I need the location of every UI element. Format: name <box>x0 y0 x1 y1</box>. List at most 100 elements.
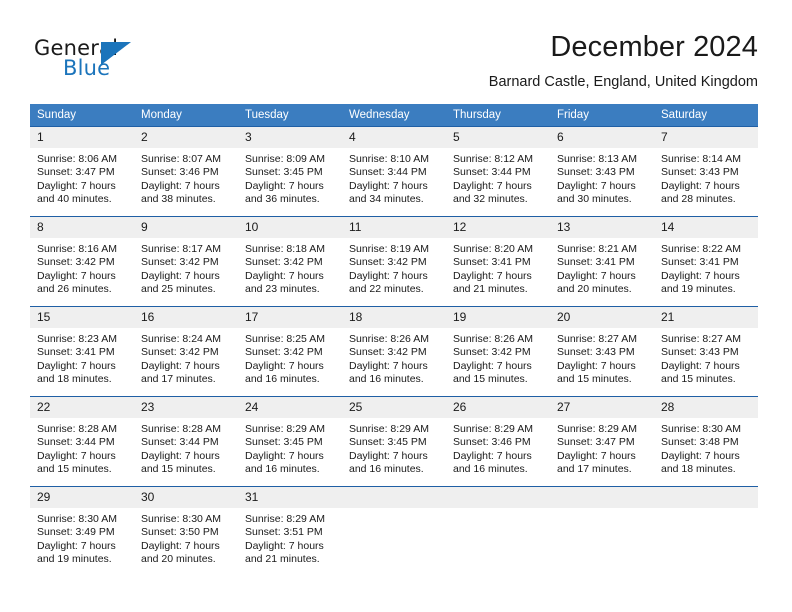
day-cell[interactable]: 4 Sunrise: 8:10 AM Sunset: 3:44 PM Dayli… <box>342 126 446 217</box>
day-number: 23 <box>134 397 238 418</box>
brand-name-blue: Blue <box>63 56 111 80</box>
day-number: 26 <box>446 397 550 418</box>
day-cell[interactable]: 25 Sunrise: 8:29 AM Sunset: 3:45 PM Dayl… <box>342 396 446 487</box>
day-number: 6 <box>550 127 654 148</box>
day-details: Sunrise: 8:29 AM Sunset: 3:45 PM Dayligh… <box>349 423 429 476</box>
day-number: 24 <box>238 397 342 418</box>
brand-logo[interactable]: General Blue <box>34 36 184 82</box>
day-cell[interactable]: 7 Sunrise: 8:14 AM Sunset: 3:43 PM Dayli… <box>654 126 758 217</box>
day-cell-empty <box>342 486 446 577</box>
day-cell[interactable]: 10 Sunrise: 8:18 AM Sunset: 3:42 PM Dayl… <box>238 216 342 307</box>
day-number: 10 <box>238 217 342 238</box>
day-cell[interactable]: 6 Sunrise: 8:13 AM Sunset: 3:43 PM Dayli… <box>550 126 654 217</box>
day-details: Sunrise: 8:26 AM Sunset: 3:42 PM Dayligh… <box>349 333 429 386</box>
day-details: Sunrise: 8:19 AM Sunset: 3:42 PM Dayligh… <box>349 243 429 296</box>
day-cell[interactable]: 2 Sunrise: 8:07 AM Sunset: 3:46 PM Dayli… <box>134 126 238 217</box>
calendar-header: Sunday Monday Tuesday Wednesday Thursday… <box>30 104 758 127</box>
day-cell[interactable]: 31 Sunrise: 8:29 AM Sunset: 3:51 PM Dayl… <box>238 486 342 577</box>
day-number: 31 <box>238 487 342 508</box>
day-cell[interactable]: 26 Sunrise: 8:29 AM Sunset: 3:46 PM Dayl… <box>446 396 550 487</box>
day-cell[interactable]: 19 Sunrise: 8:26 AM Sunset: 3:42 PM Dayl… <box>446 306 550 397</box>
weekday-header-thursday: Thursday <box>446 104 550 127</box>
day-details: Sunrise: 8:28 AM Sunset: 3:44 PM Dayligh… <box>141 423 221 476</box>
day-number: 4 <box>342 127 446 148</box>
day-cell[interactable]: 8 Sunrise: 8:16 AM Sunset: 3:42 PM Dayli… <box>30 216 134 307</box>
day-number: 29 <box>30 487 134 508</box>
day-details: Sunrise: 8:10 AM Sunset: 3:44 PM Dayligh… <box>349 153 429 206</box>
day-cell[interactable]: 16 Sunrise: 8:24 AM Sunset: 3:42 PM Dayl… <box>134 306 238 397</box>
day-details: Sunrise: 8:28 AM Sunset: 3:44 PM Dayligh… <box>37 423 117 476</box>
day-number: 18 <box>342 307 446 328</box>
day-number: 14 <box>654 217 758 238</box>
day-cell[interactable]: 12 Sunrise: 8:20 AM Sunset: 3:41 PM Dayl… <box>446 216 550 307</box>
day-cell-empty <box>654 486 758 577</box>
day-cell[interactable]: 29 Sunrise: 8:30 AM Sunset: 3:49 PM Dayl… <box>30 486 134 577</box>
day-details: Sunrise: 8:22 AM Sunset: 3:41 PM Dayligh… <box>661 243 741 296</box>
day-cell[interactable]: 11 Sunrise: 8:19 AM Sunset: 3:42 PM Dayl… <box>342 216 446 307</box>
sunrise-sunset-calendar: Sunday Monday Tuesday Wednesday Thursday… <box>30 104 758 577</box>
day-details: Sunrise: 8:29 AM Sunset: 3:46 PM Dayligh… <box>453 423 533 476</box>
day-cell[interactable]: 30 Sunrise: 8:30 AM Sunset: 3:50 PM Dayl… <box>134 486 238 577</box>
day-cell[interactable]: 24 Sunrise: 8:29 AM Sunset: 3:45 PM Dayl… <box>238 396 342 487</box>
day-number <box>654 487 758 508</box>
day-details: Sunrise: 8:14 AM Sunset: 3:43 PM Dayligh… <box>661 153 741 206</box>
page-subtitle-location: Barnard Castle, England, United Kingdom <box>488 74 758 90</box>
day-details: Sunrise: 8:29 AM Sunset: 3:51 PM Dayligh… <box>245 513 325 566</box>
page-title: December 2024 <box>550 31 758 63</box>
calendar-body: 1 Sunrise: 8:06 AM Sunset: 3:47 PM Dayli… <box>30 126 758 577</box>
day-number: 21 <box>654 307 758 328</box>
weekday-header-row: Sunday Monday Tuesday Wednesday Thursday… <box>30 104 758 127</box>
day-details: Sunrise: 8:29 AM Sunset: 3:45 PM Dayligh… <box>245 423 325 476</box>
day-details: Sunrise: 8:23 AM Sunset: 3:41 PM Dayligh… <box>37 333 117 386</box>
day-number: 3 <box>238 127 342 148</box>
day-details: Sunrise: 8:30 AM Sunset: 3:48 PM Dayligh… <box>661 423 741 476</box>
day-number: 25 <box>342 397 446 418</box>
day-details <box>342 508 446 513</box>
day-number: 20 <box>550 307 654 328</box>
weekday-header-sunday: Sunday <box>30 104 134 127</box>
page-header: General Blue December 2024 Barnard Castl… <box>0 0 792 100</box>
day-details: Sunrise: 8:29 AM Sunset: 3:47 PM Dayligh… <box>557 423 637 476</box>
day-cell[interactable]: 27 Sunrise: 8:29 AM Sunset: 3:47 PM Dayl… <box>550 396 654 487</box>
day-cell[interactable]: 23 Sunrise: 8:28 AM Sunset: 3:44 PM Dayl… <box>134 396 238 487</box>
day-number: 17 <box>238 307 342 328</box>
day-cell[interactable]: 22 Sunrise: 8:28 AM Sunset: 3:44 PM Dayl… <box>30 396 134 487</box>
day-details: Sunrise: 8:21 AM Sunset: 3:41 PM Dayligh… <box>557 243 637 296</box>
day-details <box>446 508 550 513</box>
title-block: December 2024 Barnard Castle, England, U… <box>489 30 758 91</box>
day-number <box>550 487 654 508</box>
day-cell[interactable]: 15 Sunrise: 8:23 AM Sunset: 3:41 PM Dayl… <box>30 306 134 397</box>
day-details <box>550 508 654 513</box>
weekday-header-saturday: Saturday <box>654 104 758 127</box>
day-cell[interactable]: 13 Sunrise: 8:21 AM Sunset: 3:41 PM Dayl… <box>550 216 654 307</box>
calendar-page: General Blue December 2024 Barnard Castl… <box>0 0 792 612</box>
day-details: Sunrise: 8:30 AM Sunset: 3:49 PM Dayligh… <box>37 513 117 566</box>
day-number: 9 <box>134 217 238 238</box>
day-cell[interactable]: 9 Sunrise: 8:17 AM Sunset: 3:42 PM Dayli… <box>134 216 238 307</box>
day-details: Sunrise: 8:16 AM Sunset: 3:42 PM Dayligh… <box>37 243 117 296</box>
day-cell[interactable]: 3 Sunrise: 8:09 AM Sunset: 3:45 PM Dayli… <box>238 126 342 217</box>
week-row: 8 Sunrise: 8:16 AM Sunset: 3:42 PM Dayli… <box>30 216 758 307</box>
day-cell[interactable]: 5 Sunrise: 8:12 AM Sunset: 3:44 PM Dayli… <box>446 126 550 217</box>
day-number: 15 <box>30 307 134 328</box>
day-cell[interactable]: 28 Sunrise: 8:30 AM Sunset: 3:48 PM Dayl… <box>654 396 758 487</box>
weekday-header-wednesday: Wednesday <box>342 104 446 127</box>
day-cell[interactable]: 20 Sunrise: 8:27 AM Sunset: 3:43 PM Dayl… <box>550 306 654 397</box>
week-row: 29 Sunrise: 8:30 AM Sunset: 3:49 PM Dayl… <box>30 486 758 577</box>
day-cell[interactable]: 17 Sunrise: 8:25 AM Sunset: 3:42 PM Dayl… <box>238 306 342 397</box>
day-number: 27 <box>550 397 654 418</box>
day-cell-empty <box>446 486 550 577</box>
day-cell[interactable]: 1 Sunrise: 8:06 AM Sunset: 3:47 PM Dayli… <box>30 126 134 217</box>
day-number: 5 <box>446 127 550 148</box>
day-cell[interactable]: 14 Sunrise: 8:22 AM Sunset: 3:41 PM Dayl… <box>654 216 758 307</box>
day-number: 19 <box>446 307 550 328</box>
day-number: 30 <box>134 487 238 508</box>
day-details: Sunrise: 8:26 AM Sunset: 3:42 PM Dayligh… <box>453 333 533 386</box>
day-cell[interactable]: 18 Sunrise: 8:26 AM Sunset: 3:42 PM Dayl… <box>342 306 446 397</box>
day-cell[interactable]: 21 Sunrise: 8:27 AM Sunset: 3:43 PM Dayl… <box>654 306 758 397</box>
day-details: Sunrise: 8:25 AM Sunset: 3:42 PM Dayligh… <box>245 333 325 386</box>
day-details: Sunrise: 8:17 AM Sunset: 3:42 PM Dayligh… <box>141 243 221 296</box>
week-row: 22 Sunrise: 8:28 AM Sunset: 3:44 PM Dayl… <box>30 396 758 487</box>
day-details: Sunrise: 8:24 AM Sunset: 3:42 PM Dayligh… <box>141 333 221 386</box>
day-details: Sunrise: 8:20 AM Sunset: 3:41 PM Dayligh… <box>453 243 533 296</box>
